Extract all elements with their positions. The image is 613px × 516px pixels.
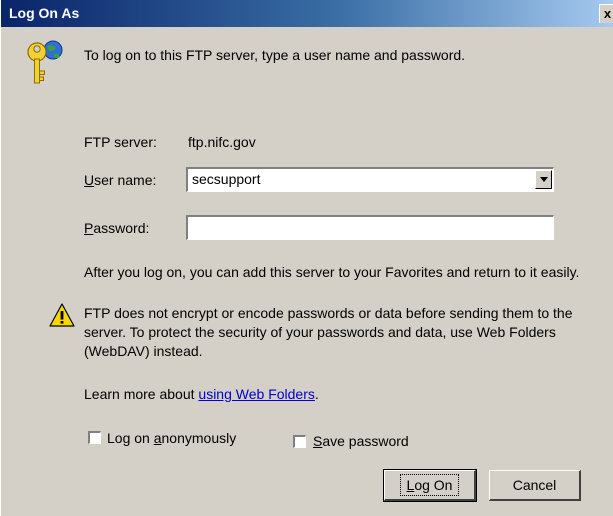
close-button[interactable]: x [599,4,613,23]
learn-more-text: Learn more about using Web Folders. [84,386,319,402]
favorites-note: After you log on, you can add this serve… [84,264,580,280]
close-icon: x [603,6,612,21]
dialog-title: Log On As [9,5,80,21]
save-password-label[interactable]: Save password [313,433,409,449]
user-name-value: secsupport [192,171,261,187]
save-password-checkbox[interactable] [293,435,306,448]
user-name-combobox[interactable]: secsupport [186,167,554,192]
web-folders-link[interactable]: using Web Folders [198,386,314,402]
password-input[interactable] [186,215,554,240]
dropdown-arrow-icon[interactable] [535,170,552,189]
ftp-warning-text: FTP does not encrypt or encode passwords… [84,305,573,359]
cancel-button[interactable]: Cancel [489,470,581,501]
ftp-server-label: FTP server: [84,134,157,150]
title-bar[interactable]: Log On As x [1,0,613,27]
log-on-anonymously-checkbox[interactable] [88,431,101,444]
ftp-server-value: ftp.nifc.gov [188,134,256,150]
user-name-label: User name: [84,172,157,188]
log-on-anonymously-label[interactable]: Log on anonymously [107,430,236,446]
password-label: Password: [84,220,150,236]
warning-icon [49,303,75,327]
log-on-button[interactable]: Log On [383,469,477,502]
intro-text: To log on to this FTP server, type a use… [84,47,466,63]
key-globe-icon [27,40,63,84]
log-on-as-dialog: Log On As x To log on to this FTP server… [0,0,613,516]
